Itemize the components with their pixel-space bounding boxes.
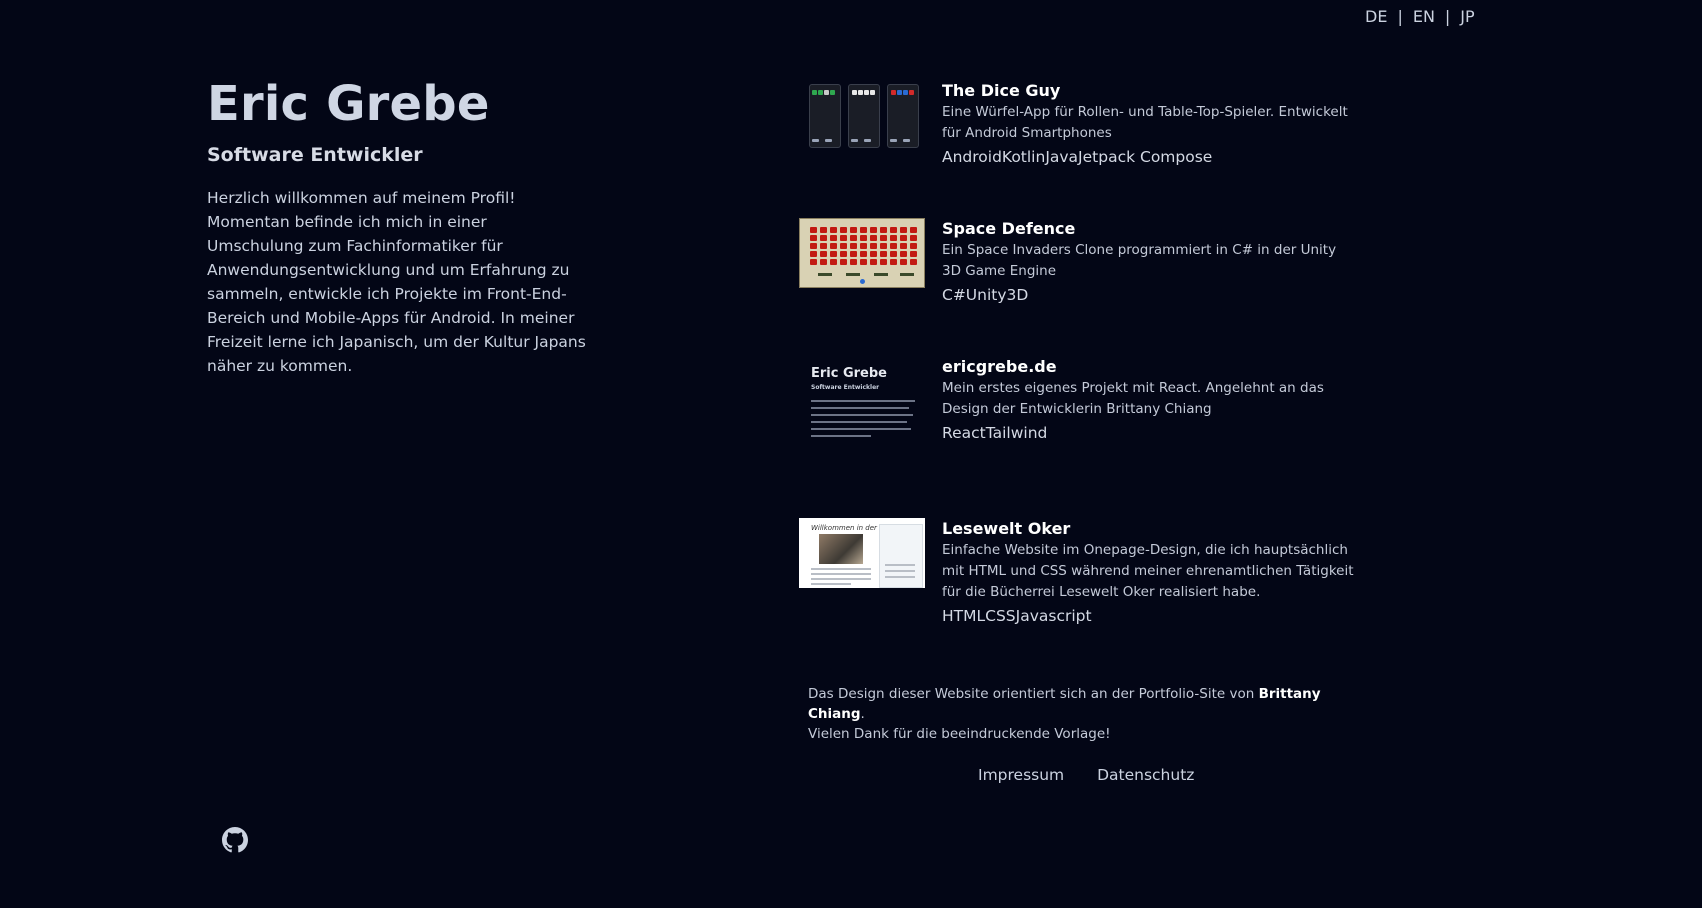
lang-de-link[interactable]: DE [1365,7,1387,26]
profile-intro: Herzlich willkommen auf meinem Profil! M… [207,189,586,375]
invader-sprite [810,227,817,233]
invader-sprite [840,243,847,249]
thumbnail-subtitle: Software Entwickler [811,384,880,391]
github-icon [222,827,248,853]
invader-sprite [890,243,897,249]
invader-sprite [900,251,907,257]
credit-prefix: Das Design dieser Website orientiert sic… [808,686,1259,702]
project-tech-list: C#Unity3D [942,286,1029,304]
invader-sprite [820,235,827,241]
invader-sprite [910,259,917,265]
invader-sprite [830,251,837,257]
invader-sprite [850,259,857,265]
invader-sprite [860,235,867,241]
invader-sprite [850,243,857,249]
invader-sprite [880,235,887,241]
invader-sprite [810,243,817,249]
language-switcher: DE | EN | JP [1365,7,1475,26]
footer-links: Impressum Datenschutz [978,766,1222,784]
invader-sprite [860,251,867,257]
invader-sprite [910,235,917,241]
project-tech-list: ReactTailwind [942,424,1048,442]
credit-suffix: . [860,706,865,722]
project-title[interactable]: Space Defence [942,218,1357,240]
invader-sprite [890,235,897,241]
invader-sprite [910,243,917,249]
project-thumbnail: Eric Grebe Software Entwickler [799,356,925,446]
invader-sprite [890,227,897,233]
invader-sprite [900,243,907,249]
project-thumbnail: Willkommen in der Lesewelt [799,518,925,588]
invader-sprite [840,259,847,265]
invader-sprite [880,251,887,257]
invader-sprite [890,259,897,265]
profile-role: Software Entwickler [207,144,423,166]
profile-section: Eric Grebe Software Entwickler Herzlich … [207,76,587,378]
invader-sprite [850,227,857,233]
invader-sprite [870,243,877,249]
invader-sprite [910,227,917,233]
invader-sprite [840,235,847,241]
invader-sprite [840,251,847,257]
invader-sprite [900,259,907,265]
github-link[interactable] [222,827,248,853]
lang-separator: | [1444,7,1451,26]
datenschutz-link[interactable]: Datenschutz [1097,766,1194,784]
invader-sprite [820,243,827,249]
invader-sprite [880,259,887,265]
design-credit: Das Design dieser Website orientiert sic… [808,684,1348,744]
invader-sprite [900,227,907,233]
project-thumbnail [799,80,925,150]
invader-sprite [820,251,827,257]
project-thumbnail [799,218,925,288]
project-title[interactable]: The Dice Guy [942,80,1357,102]
project-tech-list: HTMLCSSJavascript [942,607,1092,625]
invader-sprite [840,227,847,233]
project-title[interactable]: ericgrebe.de [942,356,1357,378]
lang-separator: | [1397,7,1403,26]
invader-sprite [870,251,877,257]
project-title[interactable]: Lesewelt Oker [942,518,1357,540]
lang-jp-link[interactable]: JP [1460,7,1474,26]
project-description: Ein Space Invaders Clone programmiert in… [942,242,1337,279]
invader-sprite [880,227,887,233]
profile-name: Eric Grebe [207,76,490,132]
invader-sprite [830,243,837,249]
lang-en-link[interactable]: EN [1413,7,1435,26]
invader-sprite [820,259,827,265]
invader-sprite [850,251,857,257]
invader-sprite [860,227,867,233]
invader-sprite [810,251,817,257]
thumbnail-title: Eric Grebe [811,366,888,381]
invader-sprite [810,259,817,265]
invader-sprite [890,251,897,257]
project-description: Mein erstes eigenes Projekt mit React. A… [942,380,1324,417]
project-description: Eine Würfel-App für Rollen- und Table-To… [942,104,1348,141]
invader-sprite [820,227,827,233]
invader-sprite [870,259,877,265]
impressum-link[interactable]: Impressum [978,766,1064,784]
project-description: Einfache Website im Onepage-Design, die … [942,542,1354,600]
credit-thanks: Vielen Dank für die beeindruckende Vorla… [808,726,1111,742]
invader-sprite [830,227,837,233]
invader-sprite [880,243,887,249]
invader-sprite [870,227,877,233]
invader-sprite [870,235,877,241]
invader-sprite [830,235,837,241]
invader-sprite [860,243,867,249]
project-tech-list: AndroidKotlinJavaJetpack Compose [942,148,1213,166]
invader-sprite [900,235,907,241]
invader-sprite [860,259,867,265]
invader-sprite [830,259,837,265]
invader-sprite [850,235,857,241]
invader-sprite [810,235,817,241]
invader-sprite [910,251,917,257]
